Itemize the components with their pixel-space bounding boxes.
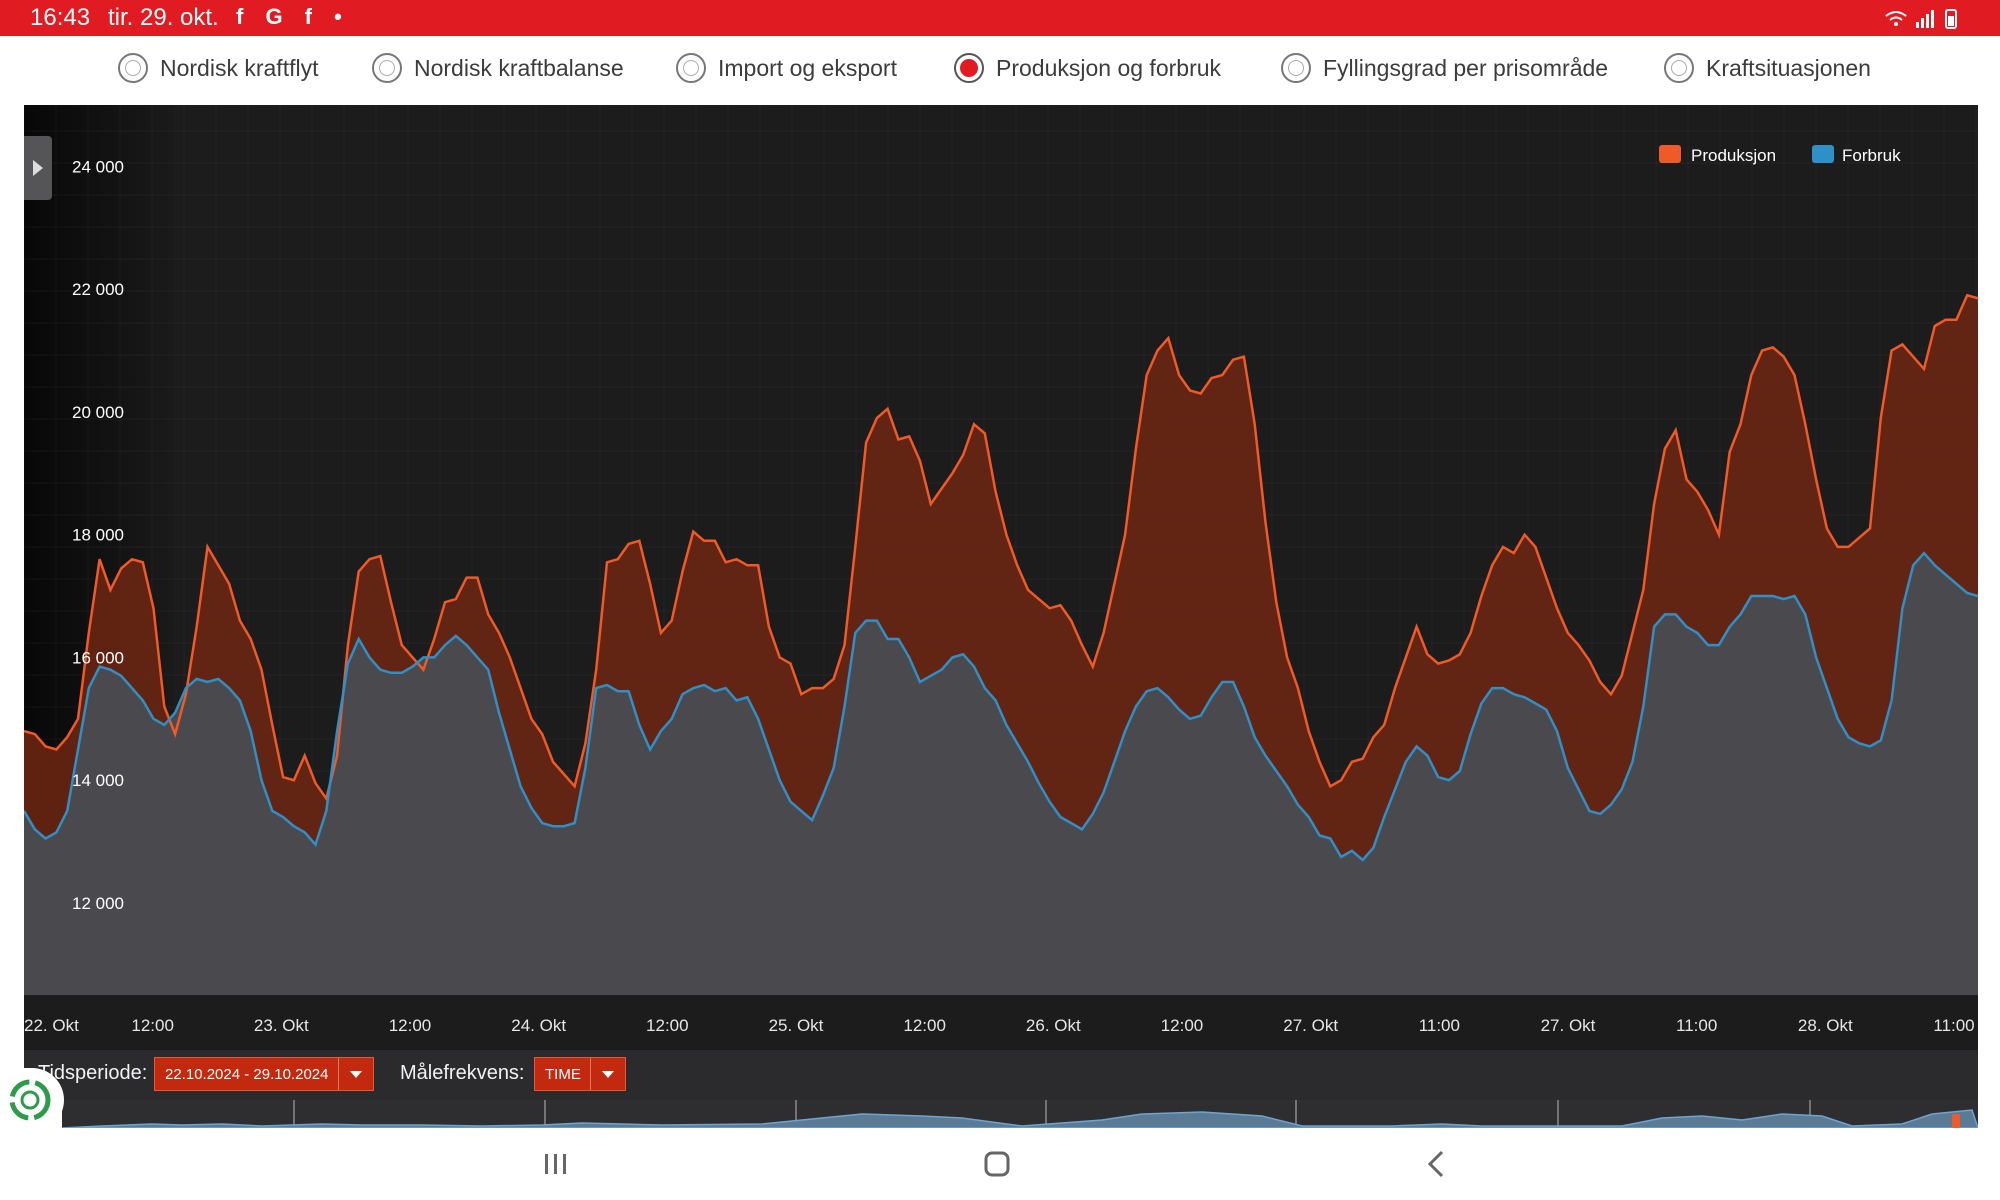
expand-sidebar-button[interactable] — [24, 136, 52, 200]
radio-circle-icon[interactable] — [372, 53, 402, 83]
x-tick-label: 27. Okt — [1283, 1016, 1338, 1035]
chart-navigator[interactable] — [61, 1100, 1980, 1129]
x-tick-label: 28. Okt — [1798, 1016, 1853, 1035]
period-value: 22.10.2024 - 29.10.2024 — [165, 1066, 329, 1083]
x-tick-label: 12:00 — [1161, 1016, 1204, 1035]
frequency-value: TIME — [545, 1066, 581, 1083]
chart-area: 12 000 14 000 16 000 18 000 20 000 22 000 24 0… — [22, 105, 1979, 1050]
y-tick-label: 16 000 — [72, 648, 124, 667]
x-tick-label: 23. Okt — [254, 1016, 309, 1035]
legend-label-produksjon[interactable]: Produksjon — [1691, 146, 1776, 165]
chart-controls: Tidsperiode: 22.10.2024 - 29.10.2024 Mål… — [24, 1050, 1978, 1100]
y-tick-label: 22 000 — [72, 280, 124, 299]
production-consumption-chart: 12 000 14 000 16 000 18 000 20 000 22 000 24 0… — [22, 105, 1979, 1050]
x-tick-label: 26. Okt — [1026, 1016, 1081, 1035]
radio-label[interactable]: Fyllingsgrad per prisområde — [1323, 55, 1608, 82]
radio-nordisk-kraftbalanse[interactable]: Nordisk kraftbalanse — [372, 36, 624, 100]
radio-circle-icon[interactable] — [1664, 53, 1694, 83]
app-logo — [0, 1068, 64, 1132]
home-icon[interactable] — [972, 1142, 1022, 1186]
radio-kraftsituasjonen[interactable]: Kraftsituasjonen — [1664, 36, 1871, 100]
radio-label[interactable]: Produksjon og forbruk — [996, 55, 1221, 82]
radio-produksjon-og-forbruk[interactable]: Produksjon og forbruk — [954, 36, 1221, 100]
x-tick-label: 11:00 — [1676, 1016, 1717, 1035]
x-tick-label: 25. Okt — [769, 1016, 824, 1035]
view-selector: Nordisk kraftflyt Nordisk kraftbalanse I… — [0, 36, 2000, 100]
chevron-down-icon[interactable] — [590, 1058, 625, 1090]
x-tick-label: 27. Okt — [1541, 1016, 1596, 1035]
x-tick-label: 12:00 — [903, 1016, 946, 1035]
navigator-series — [61, 1100, 1980, 1129]
legend-swatch-forbruk — [1812, 145, 1834, 163]
x-tick-label: 11:00 — [1419, 1016, 1460, 1035]
radio-circle-icon[interactable] — [118, 53, 148, 83]
wifi-signal-battery-icon — [1885, 9, 1957, 29]
frequency-select[interactable]: TIME — [534, 1057, 626, 1091]
clock: 16:43 — [30, 4, 91, 31]
radio-label[interactable]: Import og eksport — [718, 55, 897, 82]
frequency-label: Målefrekvens: — [400, 1062, 525, 1084]
y-tick-label: 14 000 — [72, 771, 124, 790]
back-icon[interactable] — [1412, 1142, 1462, 1186]
y-tick-label: 12 000 — [72, 894, 124, 913]
radio-selected-icon[interactable] — [954, 53, 984, 83]
status-bar: 16:43 tir. 29. okt. f G f • — [0, 0, 2000, 36]
recent-apps-icon[interactable] — [531, 1142, 581, 1186]
notification-icons: f G f • — [236, 4, 350, 29]
x-tick-label: 22. Okt — [24, 1016, 79, 1035]
radio-label[interactable]: Nordisk kraftflyt — [160, 55, 318, 82]
radio-label[interactable]: Kraftsituasjonen — [1706, 55, 1871, 82]
legend-label-forbruk[interactable]: Forbruk — [1842, 146, 1901, 165]
period-select[interactable]: 22.10.2024 - 29.10.2024 — [154, 1057, 374, 1091]
x-tick-label: 12:00 — [131, 1016, 174, 1035]
x-tick-label: 12:00 — [389, 1016, 432, 1035]
legend-swatch-produksjon — [1659, 145, 1681, 163]
android-navigation-bar — [0, 1128, 2000, 1200]
y-tick-label: 24 000 — [72, 157, 124, 176]
x-tick-label: 12:00 — [646, 1016, 689, 1035]
radio-fyllingsgrad[interactable]: Fyllingsgrad per prisområde — [1281, 36, 1608, 100]
recycle-icon — [9, 1079, 51, 1121]
radio-import-og-eksport[interactable]: Import og eksport — [676, 36, 897, 100]
chevron-down-icon[interactable] — [338, 1058, 373, 1090]
x-tick-label: 11:00 — [1933, 1016, 1974, 1035]
radio-circle-icon[interactable] — [676, 53, 706, 83]
date: tir. 29. okt. — [108, 4, 219, 31]
radio-label[interactable]: Nordisk kraftbalanse — [414, 55, 624, 82]
x-tick-label: 24. Okt — [511, 1016, 566, 1035]
radio-nordisk-kraftflyt[interactable]: Nordisk kraftflyt — [118, 36, 318, 100]
y-tick-label: 18 000 — [72, 526, 124, 545]
y-tick-label: 20 000 — [72, 403, 124, 422]
radio-circle-icon[interactable] — [1281, 53, 1311, 83]
